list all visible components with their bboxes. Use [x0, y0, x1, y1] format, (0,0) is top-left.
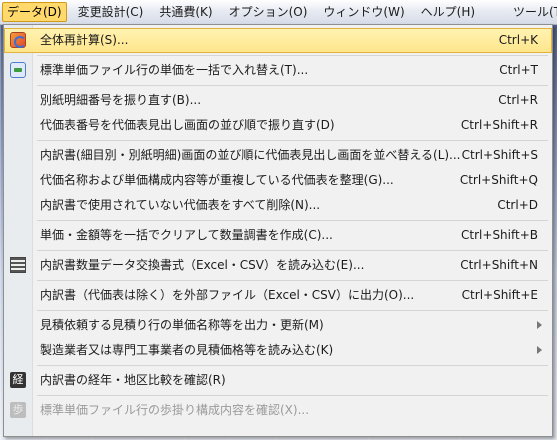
- menu-item-renumber-price-table[interactable]: 代価表番号を代価表見出し画面の並び順で振り直す(D) Ctrl+Shift+R: [4, 113, 552, 138]
- menu-item-shortcut: Ctrl+Shift+E: [461, 288, 538, 302]
- menu-bar: データ(D) 変更設計(C) 共通費(K) オプション(O) ウィンドウ(W) …: [0, 0, 557, 25]
- menu-tools[interactable]: ツール(T): [508, 3, 557, 21]
- menu-item-recalculate-all[interactable]: 全体再計算(S)... Ctrl+K: [4, 28, 552, 53]
- menu-change-design[interactable]: 変更設計(C): [73, 3, 149, 21]
- menu-item-label: 内訳書（代価表は除く）を外部ファイル（Excel・CSV）に出力(O)...: [40, 288, 415, 302]
- menu-item-label: 内訳書(細目別・別紙明細)画面の並び順に代価表見出し画面を並べ替える(L)...: [40, 148, 461, 162]
- menu-item-label: 製造業者又は専門工事業者の見積価格等を読み込む(K): [40, 343, 334, 357]
- menu-item-label: 内訳書数量データ交換書式（Excel・CSV）を読み込む(E)...: [40, 258, 365, 272]
- menu-item-label: 標準単価ファイル行の単価を一括で入れ替え(T)...: [40, 63, 309, 77]
- menu-options[interactable]: オプション(O): [224, 3, 313, 21]
- recalculate-icon: [10, 32, 26, 48]
- submenu-arrow-icon: [537, 346, 542, 354]
- menu-item-compare-yearly[interactable]: 経 内訳書の経年・地区比較を確認(R): [4, 368, 552, 393]
- menu-item-list: 全体再計算(S)... Ctrl+K 標準単価ファイル行の単価を一括で入れ替え(…: [4, 28, 552, 423]
- menu-item-label: 代価表番号を代価表見出し画面の並び順で振り直す(D): [40, 118, 335, 132]
- menu-item-label: 内訳書の経年・地区比較を確認(R): [40, 373, 226, 387]
- menu-item-shortcut: Ctrl+Shift+Q: [459, 173, 538, 187]
- swap-price-icon: [10, 62, 26, 78]
- menu-common-cost[interactable]: 共通費(K): [154, 3, 217, 21]
- menu-item-shortcut: Ctrl+Shift+R: [460, 118, 538, 132]
- menu-window[interactable]: ウィンドウ(W): [318, 3, 409, 21]
- menu-item-shortcut: Ctrl+Shift+B: [461, 228, 538, 242]
- data-dropdown-menu: 全体再計算(S)... Ctrl+K 標準単価ファイル行の単価を一括で入れ替え(…: [3, 24, 553, 437]
- breakdown-icon: 歩: [10, 402, 26, 418]
- menu-item-shortcut: Ctrl+Shift+N: [460, 258, 538, 272]
- menu-item-label: 標準単価ファイル行の歩掛り構成内容を確認(X)...: [40, 403, 310, 417]
- menu-item-label: 別紙明細番号を振り直す(B)...: [40, 93, 202, 107]
- menu-item-reorder-price-table[interactable]: 内訳書(細目別・別紙明細)画面の並び順に代価表見出し画面を並べ替える(L)...…: [4, 143, 552, 168]
- menu-item-label: 単価・金額等を一括でクリアして数量調書を作成(C)...: [40, 228, 333, 242]
- menu-item-shortcut: Ctrl+Shift+S: [461, 148, 538, 162]
- submenu-arrow-icon: [537, 321, 542, 329]
- menu-item-shortcut: Ctrl+R: [498, 93, 538, 107]
- menu-item-label: 見積依頼する見積り行の単価名称等を出力・更新(M): [40, 318, 324, 332]
- menu-item-check-breakdown: 歩 標準単価ファイル行の歩掛り構成内容を確認(X)...: [4, 398, 552, 423]
- compare-icon: 経: [10, 372, 26, 388]
- menu-item-delete-unused[interactable]: 内訳書で使用されていない代価表をすべて削除(N)... Ctrl+D: [4, 193, 552, 218]
- menu-item-import-quantity[interactable]: 内訳書数量データ交換書式（Excel・CSV）を読み込む(E)... Ctrl+…: [4, 253, 552, 278]
- menu-item-import-vendor-quotes[interactable]: 製造業者又は専門工事業者の見積価格等を読み込む(K): [4, 338, 552, 363]
- menu-item-clear-prices[interactable]: 単価・金額等を一括でクリアして数量調書を作成(C)... Ctrl+Shift+…: [4, 223, 552, 248]
- menu-item-label: 内訳書で使用されていない代価表をすべて削除(N)...: [40, 198, 321, 212]
- menu-item-renumber-detail[interactable]: 別紙明細番号を振り直す(B)... Ctrl+R: [4, 88, 552, 113]
- menu-item-swap-standard-prices[interactable]: 標準単価ファイル行の単価を一括で入れ替え(T)... Ctrl+T: [4, 58, 552, 83]
- menu-item-merge-duplicates[interactable]: 代価名称および単価構成内容等が重複している代価表を整理(G)... Ctrl+S…: [4, 168, 552, 193]
- menu-item-export-external[interactable]: 内訳書（代価表は除く）を外部ファイル（Excel・CSV）に出力(O)... C…: [4, 283, 552, 308]
- menu-item-shortcut: Ctrl+D: [497, 198, 538, 212]
- data-exchange-icon: [10, 257, 26, 273]
- menu-data[interactable]: データ(D): [2, 2, 67, 22]
- menu-item-label: 代価名称および単価構成内容等が重複している代価表を整理(G)...: [40, 173, 394, 187]
- menu-item-estimate-request[interactable]: 見積依頼する見積り行の単価名称等を出力・更新(M): [4, 313, 552, 338]
- menu-item-shortcut: Ctrl+T: [499, 63, 538, 77]
- menu-item-label: 全体再計算(S)...: [40, 33, 129, 47]
- menu-help[interactable]: ヘルプ(H): [416, 3, 480, 21]
- menu-item-shortcut: Ctrl+K: [498, 33, 538, 47]
